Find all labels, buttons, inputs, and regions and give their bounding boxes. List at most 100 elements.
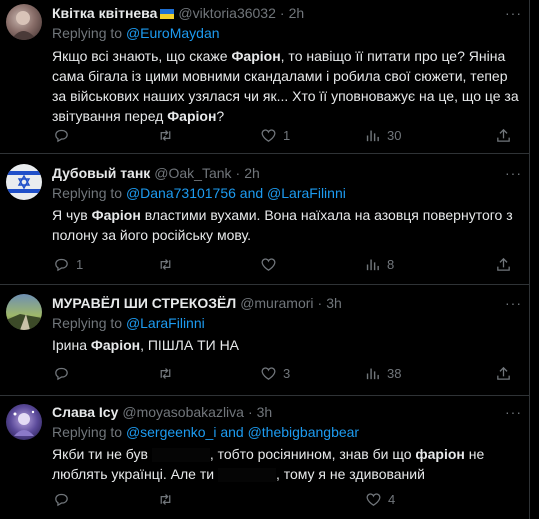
text-segment: , ПІШЛА ТИ НА: [140, 337, 240, 353]
more-options-icon[interactable]: ···: [505, 164, 522, 183]
separator-dot: ·: [247, 404, 253, 420]
reply-icon: [55, 129, 68, 142]
heart-icon: [261, 257, 276, 271]
tweet-header: Дубовый танк @Oak_Tank · 2h ···: [52, 164, 522, 183]
tweet[interactable]: Квітка квітнева @viktoria36032 · 2h ··· …: [0, 0, 529, 154]
separator-dot: ·: [279, 5, 285, 21]
text-highlight: Фаріон: [90, 337, 141, 353]
reply-count: 1: [76, 256, 84, 272]
separator-dot: ·: [235, 165, 241, 181]
timestamp[interactable]: 3h: [257, 403, 273, 422]
text-segment: , тому я не здивований: [275, 466, 425, 482]
retweet-button[interactable]: [157, 127, 180, 144]
views-button[interactable]: 38: [364, 365, 401, 382]
text-highlight: Фаріон: [231, 48, 281, 64]
tweet-actions: 3 38: [0, 364, 529, 382]
replying-to-label: Replying to: [52, 315, 123, 331]
views-icon: [366, 259, 379, 270]
user-handle[interactable]: @viktoria36032: [178, 4, 276, 23]
tweet-actions: 4: [0, 490, 529, 508]
retweet-button[interactable]: [157, 256, 180, 273]
text-segment: , тобто росіянином, знав би що: [209, 446, 416, 462]
heart-icon: [261, 366, 276, 380]
like-button[interactable]: 1: [260, 127, 290, 144]
reply-to-link[interactable]: @EuroMaydan: [126, 25, 220, 41]
view-count: 8: [387, 256, 395, 272]
replying-to: Replying to @EuroMaydan: [52, 24, 522, 43]
user-handle[interactable]: @moyasobakazliva: [122, 403, 244, 422]
tweet[interactable]: МУРАВЁЛ ШИ СТРЕКОЗЁЛ @muramori · 3h ··· …: [0, 285, 529, 396]
timestamp[interactable]: 2h: [289, 4, 305, 23]
text-segment: ?: [216, 108, 225, 124]
like-button[interactable]: 3: [260, 365, 290, 382]
heart-icon: [261, 128, 276, 142]
text-segment: Ірина: [52, 337, 91, 353]
retweet-icon: [160, 258, 171, 270]
like-count: 1: [283, 127, 291, 143]
views-button[interactable]: 30: [364, 127, 401, 144]
more-options-icon[interactable]: ···: [505, 4, 522, 23]
tweet-header: Слава Ісу @moyasobakazliva · 3h ···: [52, 403, 522, 422]
display-name[interactable]: Квітка квітнева: [52, 4, 157, 23]
text-highlight: Фаріон: [167, 108, 217, 124]
reply-button[interactable]: [53, 365, 76, 382]
reply-to-link[interactable]: @Dana73101756 and @LaraFilinni: [126, 185, 346, 201]
reply-icon: [55, 493, 68, 506]
redacted-text: [217, 468, 276, 483]
reply-icon: [55, 367, 68, 380]
avatar[interactable]: [6, 164, 42, 200]
replying-to-label: Replying to: [52, 25, 123, 41]
avatar[interactable]: [6, 294, 42, 330]
heart-icon: [366, 492, 381, 506]
replying-to: Replying to @sergeenko_i and @thebigbang…: [52, 423, 522, 442]
text-segment: Якби ти не був: [52, 446, 152, 462]
more-options-icon[interactable]: ···: [505, 403, 522, 422]
retweet-icon: [160, 367, 171, 379]
like-count: 4: [388, 491, 396, 507]
separator-dot: ·: [317, 295, 323, 311]
like-button[interactable]: [260, 256, 283, 273]
user-handle[interactable]: @Oak_Tank: [154, 164, 231, 183]
tweet[interactable]: Дубовый танк @Oak_Tank · 2h ··· Replying…: [0, 155, 529, 285]
like-count: 3: [283, 365, 291, 381]
view-count: 30: [387, 127, 402, 143]
like-button[interactable]: 4: [365, 491, 395, 508]
reply-button[interactable]: 1: [53, 256, 83, 273]
display-name[interactable]: Дубовый танк: [52, 164, 150, 183]
tweet-header: МУРАВЁЛ ШИ СТРЕКОЗЁЛ @muramori · 3h ···: [52, 294, 522, 313]
retweet-button[interactable]: [157, 491, 180, 508]
replying-to: Replying to @LaraFilinni: [52, 314, 522, 333]
flag-icon: [160, 8, 175, 19]
tweet-text: Я чув Фаріон властими вухами. Вона наїха…: [52, 205, 522, 245]
share-button[interactable]: [495, 365, 512, 382]
share-button[interactable]: [495, 256, 512, 273]
views-button[interactable]: 8: [364, 256, 394, 273]
reply-thread: Квітка квітнева @viktoria36032 · 2h ··· …: [0, 0, 530, 519]
tweet-header: Квітка квітнева @viktoria36032 · 2h ···: [52, 4, 522, 23]
reply-button[interactable]: [53, 127, 76, 144]
share-button[interactable]: [495, 127, 512, 144]
replying-to-label: Replying to: [52, 185, 123, 201]
timestamp[interactable]: 3h: [326, 294, 342, 313]
tweet-text: Ірина Фаріон, ПІШЛА ТИ НА: [52, 335, 522, 355]
replying-to-label: Replying to: [52, 424, 123, 440]
text-segment: Я чув: [52, 207, 92, 223]
reply-to-link[interactable]: @sergeenko_i and @thebigbangbear: [126, 424, 359, 440]
reply-icon: [55, 258, 68, 271]
retweet-button[interactable]: [157, 365, 180, 382]
reply-button[interactable]: [53, 491, 76, 508]
share-icon: [497, 257, 510, 271]
timestamp[interactable]: 2h: [244, 164, 260, 183]
tweet-actions: 1 30: [0, 126, 529, 144]
user-handle[interactable]: @muramori: [240, 294, 313, 313]
more-options-icon[interactable]: ···: [505, 294, 522, 313]
retweet-icon: [160, 493, 171, 505]
display-name[interactable]: МУРАВЁЛ ШИ СТРЕКОЗЁЛ: [52, 294, 236, 313]
text-segment: Якщо всі знають, що скаже: [52, 48, 232, 64]
avatar[interactable]: [6, 404, 42, 440]
reply-to-link[interactable]: @LaraFilinni: [126, 315, 205, 331]
tweet[interactable]: Слава Ісу @moyasobakazliva · 3h ··· Repl…: [0, 396, 529, 519]
avatar[interactable]: [6, 4, 42, 40]
views-icon: [366, 368, 379, 379]
display-name[interactable]: Слава Ісу: [52, 403, 118, 422]
